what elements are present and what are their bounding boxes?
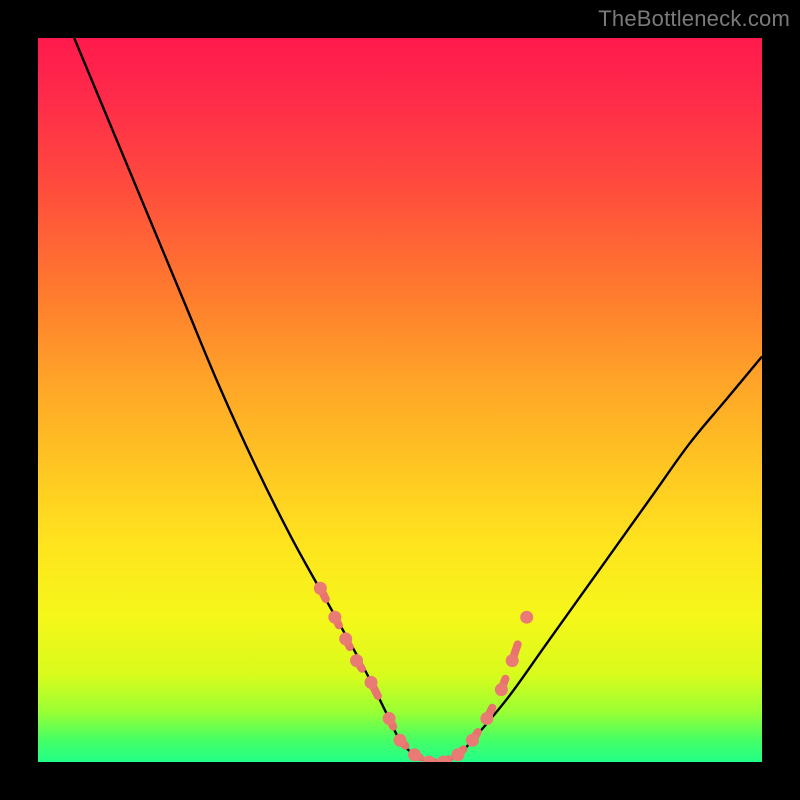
marker-points	[314, 582, 533, 762]
curve-line	[74, 38, 762, 762]
curve-svg	[38, 38, 762, 762]
marker-dot	[365, 676, 378, 689]
marker-dot	[480, 712, 493, 725]
marker-dot	[383, 712, 396, 725]
marker-dot	[408, 748, 421, 761]
marker-dot	[422, 756, 435, 763]
marker-dot	[495, 683, 508, 696]
marker-dot	[339, 632, 352, 645]
outer-frame: TheBottleneck.com	[0, 0, 800, 800]
marker-dot	[394, 734, 407, 747]
marker-dot	[451, 748, 464, 761]
bottleneck-curve	[74, 38, 762, 762]
marker-dot	[314, 582, 327, 595]
marker-dot	[506, 654, 519, 667]
plot-area	[38, 38, 762, 762]
watermark-text: TheBottleneck.com	[598, 6, 790, 32]
marker-dot	[328, 611, 341, 624]
marker-dot	[466, 734, 479, 747]
marker-dot	[350, 654, 363, 667]
marker-dot	[520, 611, 533, 624]
